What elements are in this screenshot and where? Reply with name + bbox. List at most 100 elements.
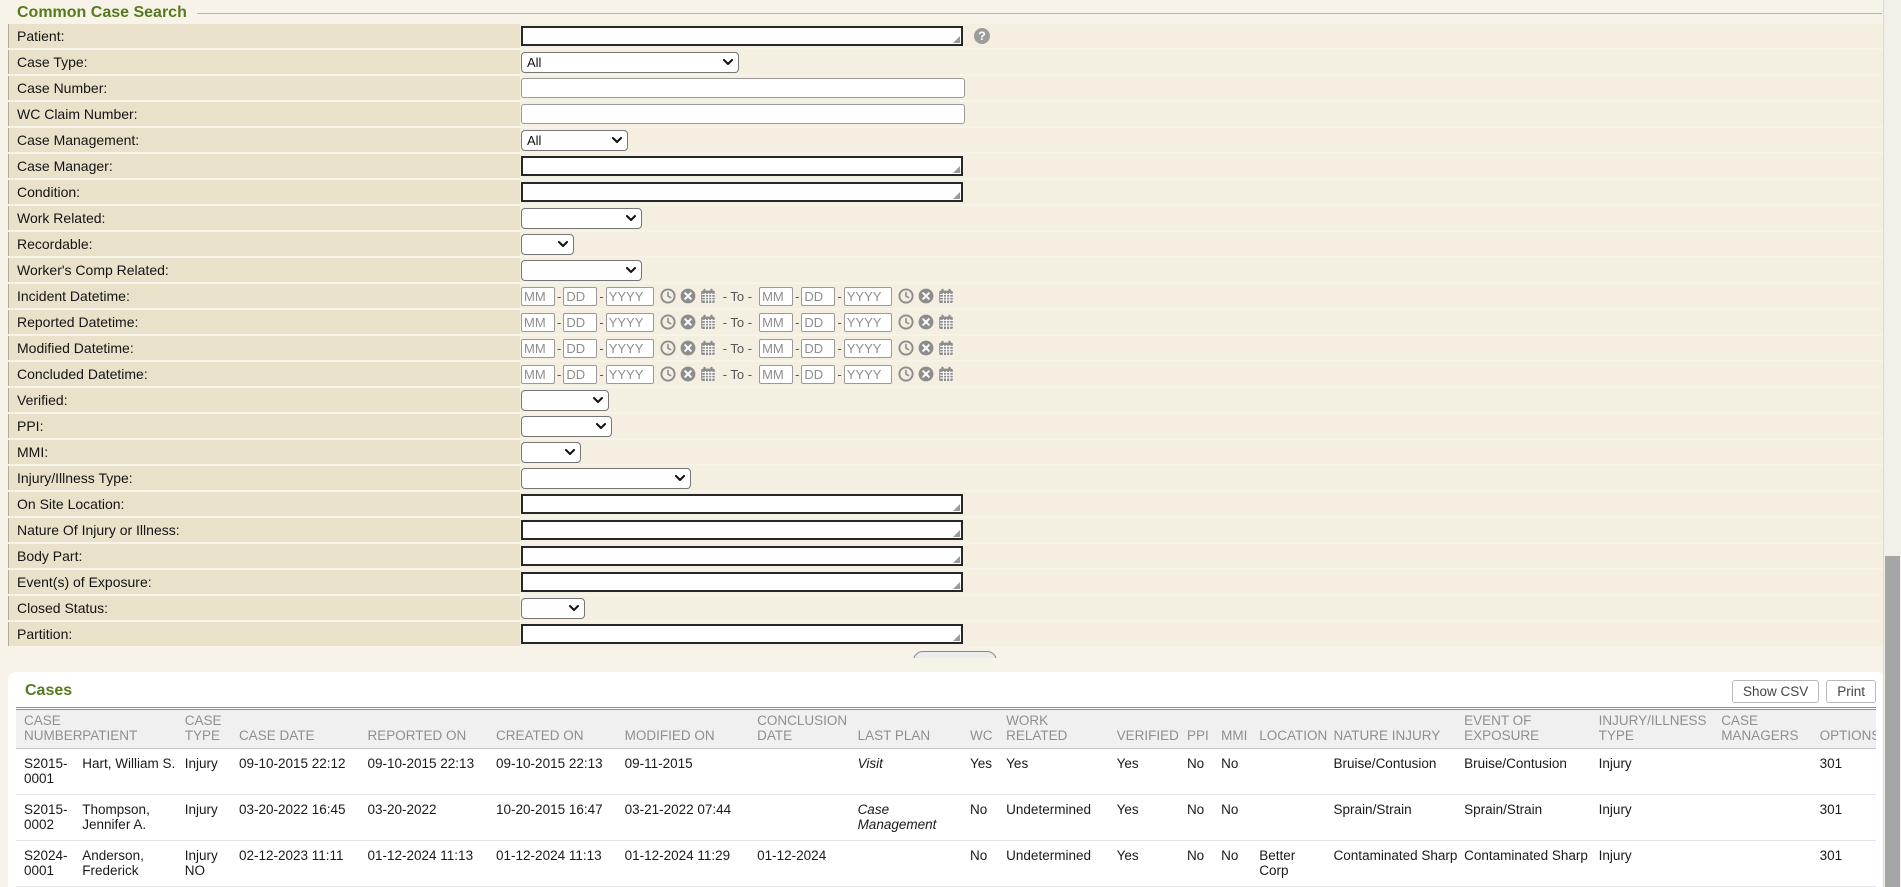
day-input[interactable] [801,365,835,384]
clear-icon[interactable] [680,288,696,304]
table-row[interactable]: S2015-0001 Hart, William S. Injury 09-10… [16,749,1876,795]
resize-grip-icon[interactable] [953,166,960,173]
condition-input[interactable] [521,182,963,202]
mmi-select[interactable] [521,442,581,463]
work-related-select[interactable] [521,208,642,229]
cell-case-number[interactable]: S2015-0001 [16,749,82,795]
resize-grip-icon[interactable] [953,556,960,563]
body-part-input[interactable] [521,546,963,566]
resize-grip-icon[interactable] [953,634,960,641]
case-type-select[interactable]: All [521,52,739,73]
clock-icon[interactable] [660,366,676,382]
clear-icon[interactable] [680,314,696,330]
clock-icon[interactable] [898,288,914,304]
nature-of-injury-input[interactable] [521,520,963,540]
case-manager-input[interactable] [521,156,963,176]
col-work-related[interactable]: WORK RELATED [1006,709,1116,749]
cell-options[interactable]: 301 [1820,749,1876,795]
clear-icon[interactable] [680,340,696,356]
col-last-plan[interactable]: LAST PLAN [858,709,970,749]
clock-icon[interactable] [898,366,914,382]
calendar-icon[interactable] [938,340,954,356]
year-input[interactable] [606,313,654,332]
show-csv-button[interactable]: Show CSV [1732,680,1819,703]
col-modified-on[interactable]: MODIFIED ON [625,709,758,749]
col-case-number[interactable]: CASE NUMBER [16,709,82,749]
clear-icon[interactable] [918,366,934,382]
case-number-input[interactable] [521,78,965,98]
col-injury-illness-type[interactable]: INJURY/ILLNESS TYPE [1599,709,1722,749]
col-mmi[interactable]: MMI [1221,709,1259,749]
col-event-of-exposure[interactable]: EVENT OF EXPOSURE [1464,709,1599,749]
patient-input[interactable] [521,26,963,46]
calendar-icon[interactable] [700,314,716,330]
year-input[interactable] [606,339,654,358]
calendar-icon[interactable] [938,366,954,382]
wc-claim-number-input[interactable] [521,104,965,124]
col-wc[interactable]: WC [970,709,1006,749]
month-input[interactable] [521,339,555,358]
col-ppi[interactable]: PPI [1187,709,1221,749]
recordable-select[interactable] [521,234,574,255]
scrollbar-thumb[interactable] [1885,556,1900,887]
year-input[interactable] [844,365,892,384]
col-case-date[interactable]: CASE DATE [239,709,368,749]
table-row[interactable]: S2015-0002 Thompson, Jennifer A. Injury … [16,795,1876,841]
year-input[interactable] [606,365,654,384]
day-input[interactable] [563,287,597,306]
clear-icon[interactable] [918,314,934,330]
col-case-type[interactable]: CASE TYPE [185,709,239,749]
day-input[interactable] [563,313,597,332]
partition-input[interactable] [521,624,963,644]
cell-options[interactable]: 301 [1820,795,1876,841]
day-input[interactable] [563,339,597,358]
events-of-exposure-input[interactable] [521,572,963,592]
year-input[interactable] [606,287,654,306]
month-input[interactable] [759,287,793,306]
day-input[interactable] [563,365,597,384]
day-input[interactable] [801,287,835,306]
resize-grip-icon[interactable] [953,192,960,199]
search-button-partially-visible[interactable] [913,651,997,658]
workers-comp-related-select[interactable] [521,260,642,281]
clear-icon[interactable] [680,366,696,382]
year-input[interactable] [844,339,892,358]
clock-icon[interactable] [898,340,914,356]
cell-case-number[interactable]: S2015-0002 [16,795,82,841]
month-input[interactable] [521,287,555,306]
cell-case-number[interactable]: S2024-0001 [16,841,82,887]
resize-grip-icon[interactable] [953,530,960,537]
clock-icon[interactable] [898,314,914,330]
clear-icon[interactable] [918,288,934,304]
month-input[interactable] [521,365,555,384]
year-input[interactable] [844,287,892,306]
col-nature-injury[interactable]: NATURE INJURY [1334,709,1465,749]
clock-icon[interactable] [660,288,676,304]
verified-select[interactable] [521,390,609,411]
col-options[interactable]: OPTIONS [1820,709,1876,749]
resize-grip-icon[interactable] [953,504,960,511]
col-conclusion-date[interactable]: CONCLUSION DATE [757,709,857,749]
col-location[interactable]: LOCATION [1259,709,1333,749]
col-created-on[interactable]: CREATED ON [496,709,625,749]
day-input[interactable] [801,313,835,332]
month-input[interactable] [759,365,793,384]
help-icon[interactable]: ? [974,28,990,44]
on-site-location-input[interactable] [521,494,963,514]
ppi-select[interactable] [521,416,612,437]
injury-illness-type-select[interactable] [521,468,691,489]
cell-options[interactable]: 301 [1820,841,1876,887]
day-input[interactable] [801,339,835,358]
clear-icon[interactable] [918,340,934,356]
resize-grip-icon[interactable] [953,582,960,589]
month-input[interactable] [759,313,793,332]
col-case-managers[interactable]: CASE MANAGERS [1721,709,1819,749]
month-input[interactable] [759,339,793,358]
calendar-icon[interactable] [938,288,954,304]
calendar-icon[interactable] [700,340,716,356]
year-input[interactable] [844,313,892,332]
case-management-select[interactable]: All [521,130,628,151]
calendar-icon[interactable] [700,288,716,304]
col-verified[interactable]: VERIFIED [1117,709,1187,749]
col-patient[interactable]: PATIENT [82,709,184,749]
